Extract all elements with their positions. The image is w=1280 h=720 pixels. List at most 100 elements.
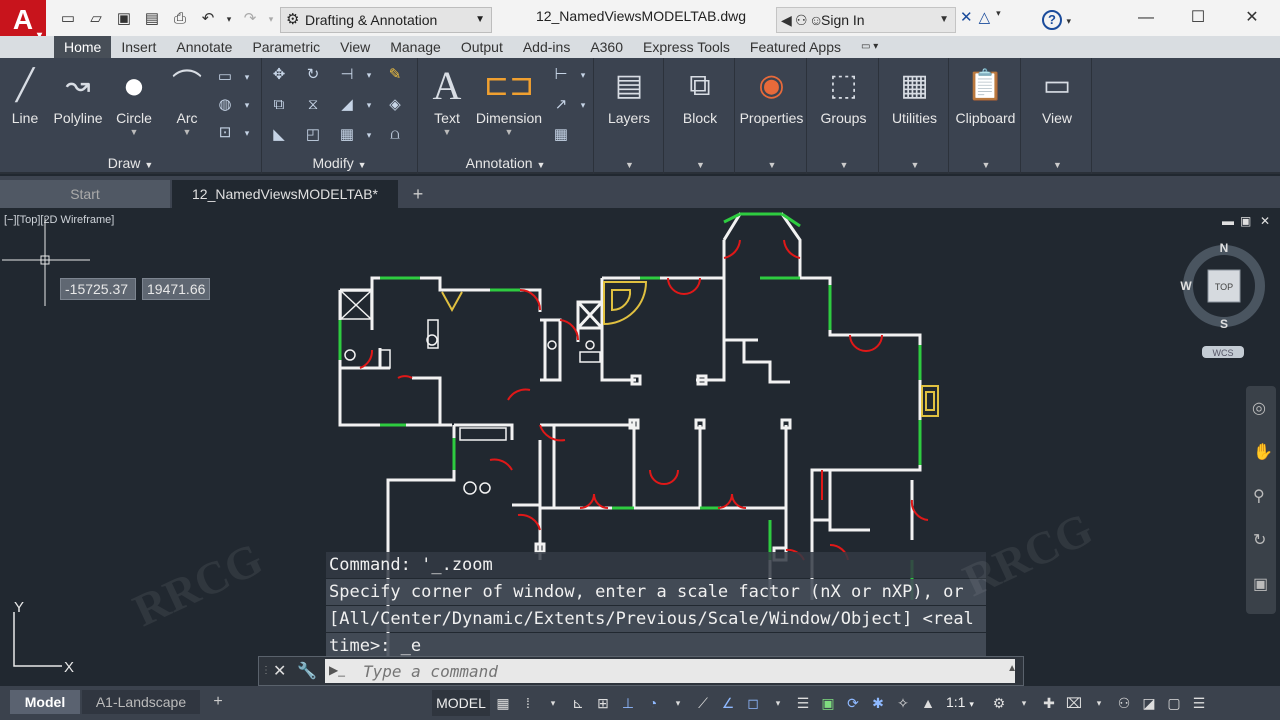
- clipboard-tool[interactable]: 📋 Clipboard: [950, 62, 1021, 126]
- tab-add-ins[interactable]: Add-ins: [513, 36, 580, 58]
- copy-icon[interactable]: ⧉: [268, 94, 290, 116]
- new-tab-button[interactable]: +: [404, 180, 432, 208]
- chevron-down-icon[interactable]: ▾: [358, 124, 380, 146]
- exchange-apps-icon[interactable]: ✕: [960, 8, 973, 26]
- annotation-visibility-icon[interactable]: ✱: [869, 692, 887, 714]
- dropdown-icon[interactable]: ▾: [669, 692, 687, 714]
- new-layout-button[interactable]: +: [206, 690, 230, 714]
- object-snap-icon[interactable]: ◻: [744, 692, 762, 714]
- annotation-scale-icon[interactable]: ▲: [919, 692, 937, 714]
- chevron-down-icon[interactable]: ▾: [358, 94, 380, 116]
- close-window-button[interactable]: ✕: [1226, 0, 1278, 36]
- fillet-icon[interactable]: ◢: [336, 94, 358, 116]
- undo-dropdown-icon[interactable]: ▾: [224, 8, 234, 30]
- tab-view[interactable]: View: [330, 36, 380, 58]
- tab-express-tools[interactable]: Express Tools: [633, 36, 740, 58]
- rotate-icon[interactable]: ↻: [302, 64, 324, 86]
- annotation-monitor-icon[interactable]: ✚: [1040, 692, 1058, 714]
- maximize-button[interactable]: ☐: [1172, 0, 1224, 36]
- draw-panel-title[interactable]: Draw ▼: [0, 152, 261, 174]
- start-tab[interactable]: Start: [0, 180, 170, 208]
- chevron-down-icon[interactable]: ▾: [236, 66, 258, 88]
- undo-icon[interactable]: ↶: [196, 8, 220, 30]
- tab-a360[interactable]: A360: [580, 36, 633, 58]
- stretch-icon[interactable]: ◣: [268, 124, 290, 146]
- model-layout-tab[interactable]: Model: [10, 690, 80, 714]
- chevron-down-icon[interactable]: ▾: [236, 122, 258, 144]
- dimension-tool[interactable]: ⊏⊐ Dimension ▼: [472, 62, 546, 138]
- chevron-down-icon[interactable]: ▼: [840, 160, 849, 170]
- a360-icon[interactable]: △: [979, 8, 991, 26]
- steering-wheel-icon[interactable]: ◎: [1252, 398, 1266, 418]
- boundary-icon[interactable]: ⊡: [214, 122, 236, 144]
- save-as-icon[interactable]: ▤: [140, 8, 164, 30]
- lineweight-icon[interactable]: ☰: [794, 692, 812, 714]
- drawing-area[interactable]: [−][Top][2D Wireframe] ▬ ▣ ✕ -15725.37 1…: [0, 208, 1280, 686]
- layers-tool[interactable]: ▤ Layers: [594, 62, 664, 126]
- move-icon[interactable]: ✥: [268, 64, 290, 86]
- isolate-objects-icon[interactable]: ⚇: [1115, 692, 1133, 714]
- tab-parametric[interactable]: Parametric: [242, 36, 330, 58]
- orbit-icon[interactable]: ↻: [1253, 530, 1266, 550]
- rectangle-icon[interactable]: ▭: [214, 66, 236, 88]
- table-icon[interactable]: ▦: [550, 124, 572, 146]
- annotation-panel-title[interactable]: Annotation ▼: [418, 152, 593, 174]
- polar-icon[interactable]: ◔: [644, 692, 662, 714]
- chevron-down-icon[interactable]: ▾: [572, 64, 594, 86]
- customize-wrench-icon[interactable]: 🔧: [297, 661, 317, 681]
- infer-constraints-icon[interactable]: ⊾: [569, 692, 587, 714]
- units-icon[interactable]: ⌧: [1065, 692, 1083, 714]
- block-tool[interactable]: ⧉ Block: [665, 62, 735, 126]
- annotation-scale[interactable]: 1:1 ▾: [946, 694, 974, 710]
- trim-icon[interactable]: ⊣: [336, 64, 358, 86]
- isodraft-icon[interactable]: ⟋: [694, 692, 712, 714]
- view-tool[interactable]: ▭ View: [1022, 62, 1092, 126]
- close-icon[interactable]: ✕: [273, 661, 286, 681]
- selection-cycling-icon[interactable]: ⟳: [844, 692, 862, 714]
- tab-output[interactable]: Output: [451, 36, 513, 58]
- sign-in-dropdown[interactable]: ◀ ⚇ ☺ Sign In ▼: [776, 7, 956, 33]
- dropdown-icon[interactable]: ▾: [996, 8, 1001, 26]
- chevron-down-icon[interactable]: ▼: [625, 160, 634, 170]
- explode-icon[interactable]: ◈: [384, 94, 406, 116]
- dropdown-icon[interactable]: ▾: [544, 692, 562, 714]
- ortho-icon[interactable]: ⊥: [619, 692, 637, 714]
- scale-icon[interactable]: ◰: [302, 124, 324, 146]
- tab-home[interactable]: Home: [54, 36, 112, 58]
- groups-tool[interactable]: ⬚ Groups: [808, 62, 879, 126]
- chevron-down-icon[interactable]: ▾: [572, 94, 594, 116]
- command-input[interactable]: [325, 659, 1015, 683]
- polyline-tool[interactable]: ↝ Polyline: [48, 62, 108, 126]
- print-icon[interactable]: ⎙: [168, 8, 192, 30]
- text-tool[interactable]: A Text ▼: [424, 62, 470, 138]
- snap-icon[interactable]: ⁞: [519, 692, 537, 714]
- leader-icon[interactable]: ↗: [550, 94, 572, 116]
- viewcube[interactable]: TOP N S W WCS: [1178, 238, 1274, 362]
- auto-scale-icon[interactable]: ✧: [894, 692, 912, 714]
- customization-icon[interactable]: ☰: [1190, 692, 1208, 714]
- save-icon[interactable]: ▣: [112, 8, 136, 30]
- pan-icon[interactable]: ✋: [1253, 442, 1273, 462]
- redo-icon[interactable]: ↷: [238, 8, 262, 30]
- ribbon-minimize-icon[interactable]: ▭ ▾: [851, 36, 888, 58]
- wcs-menu[interactable]: WCS: [1213, 348, 1234, 358]
- mirror-icon[interactable]: ⧖: [302, 94, 324, 116]
- utilities-tool[interactable]: ▦ Utilities: [880, 62, 949, 126]
- chevron-down-icon[interactable]: ▼: [696, 160, 705, 170]
- recent-commands-icon[interactable]: ▲: [1007, 663, 1017, 674]
- viewcube-top-face[interactable]: TOP: [1215, 282, 1233, 292]
- showmotion-icon[interactable]: ▣: [1253, 574, 1268, 594]
- hardware-acceleration-icon[interactable]: ◪: [1140, 692, 1158, 714]
- zoom-icon[interactable]: ⚲: [1253, 486, 1265, 506]
- tab-annotate[interactable]: Annotate: [166, 36, 242, 58]
- array-icon[interactable]: ▦: [336, 124, 358, 146]
- transparency-icon[interactable]: ▣: [819, 692, 837, 714]
- help-button[interactable]: ? ▾: [1042, 7, 1082, 33]
- arc-tool[interactable]: ⌒ Arc ▼: [164, 62, 210, 138]
- offset-icon[interactable]: ⩍: [384, 124, 406, 146]
- model-space-button[interactable]: MODEL: [432, 690, 490, 716]
- tab-featured-apps[interactable]: Featured Apps: [740, 36, 851, 58]
- chevron-down-icon[interactable]: ▼: [911, 160, 920, 170]
- tab-manage[interactable]: Manage: [380, 36, 451, 58]
- dropdown-icon[interactable]: ▾: [769, 692, 787, 714]
